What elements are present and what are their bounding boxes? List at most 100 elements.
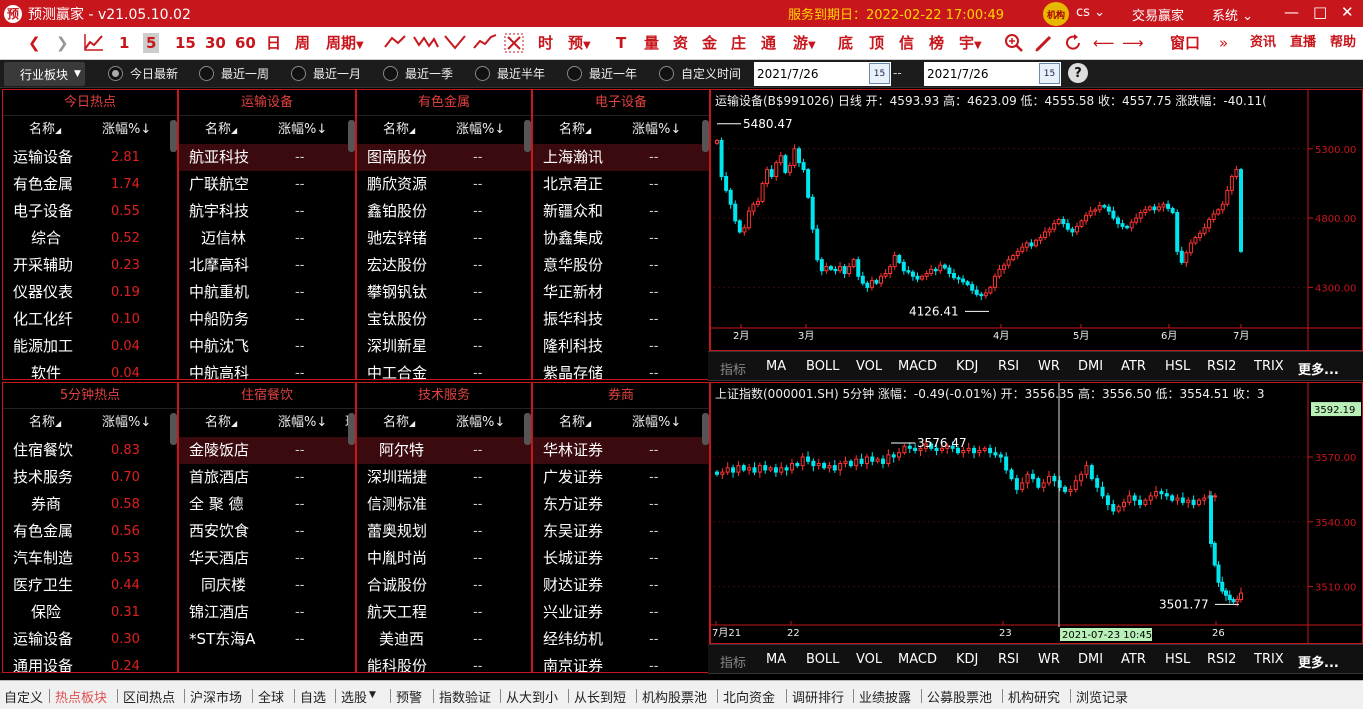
index-5min-chart[interactable]: 3570.00 3540.00 3510.00 7月21 22 23 26 3576.47 35… [710, 382, 1363, 644]
sort-by-change[interactable]: 涨幅%↓ [456, 116, 505, 144]
list-item[interactable]: 上海瀚讯 -- [533, 144, 709, 171]
list-item[interactable]: 图南股份 -- [357, 144, 531, 171]
indicator-tab[interactable]: KDJ [956, 652, 978, 667]
list-item[interactable]: 北摩高科 -- [179, 252, 355, 279]
menu-trade-winner[interactable]: 交易赢家 [1132, 5, 1184, 24]
list-item[interactable]: 电子设备 0.55 [3, 198, 177, 225]
calendar-icon[interactable]: 15 [869, 63, 890, 84]
list-item[interactable]: 振华科技 -- [533, 306, 709, 333]
bottom-nav-item[interactable]: 指数验证 [439, 687, 491, 706]
list-item[interactable]: 中航高科 -- [179, 360, 355, 379]
indicator-tab[interactable]: MA [766, 652, 786, 667]
list-item[interactable]: 北京君正 -- [533, 171, 709, 198]
func-gold[interactable]: 金 [702, 33, 717, 53]
draw-v-icon[interactable] [444, 33, 466, 56]
list-item[interactable]: 东吴证券 -- [533, 518, 709, 545]
period-15min[interactable]: 15 [175, 33, 196, 53]
sort-by-name[interactable]: 名称◢ [29, 116, 61, 145]
bottom-nav-item[interactable]: 从大到小 [506, 687, 558, 706]
list-item[interactable]: 住宿餐饮 0.83 [3, 437, 177, 464]
help-icon[interactable]: ? [1068, 63, 1088, 83]
list-item[interactable]: 中航沈飞 -- [179, 333, 355, 360]
period-day[interactable]: 日 [266, 33, 281, 53]
bottom-nav-item[interactable]: 选股 [341, 687, 367, 706]
sort-by-name[interactable]: 名称◢ [559, 116, 591, 145]
list-item[interactable]: 蕾奥规划 -- [357, 518, 531, 545]
bottom-nav-item[interactable]: 热点板块 [55, 687, 107, 706]
scrollbar-thumb[interactable] [524, 120, 531, 152]
list-item[interactable]: 广联航空 -- [179, 171, 355, 198]
maximize-icon[interactable]: □ [1313, 3, 1327, 21]
range-quarter[interactable]: 最近一季 [383, 65, 453, 82]
list-item[interactable]: 美迪西 -- [357, 626, 531, 653]
list-item[interactable]: 长城证券 -- [533, 545, 709, 572]
list-item[interactable]: 仪器仪表 0.19 [3, 279, 177, 306]
list-item[interactable]: 运输设备 2.81 [3, 144, 177, 171]
range-custom[interactable]: 自定义时间 [659, 65, 741, 82]
sort-by-change[interactable]: 涨幅%↓ [102, 409, 151, 437]
list-item[interactable]: 深圳瑞捷 -- [357, 464, 531, 491]
range-year[interactable]: 最近一年 [567, 65, 637, 82]
period-5min[interactable]: 5 [143, 33, 160, 53]
list-item[interactable]: 信测标准 -- [357, 491, 531, 518]
list-item[interactable]: 通用设备 0.24 [3, 653, 177, 672]
forward-icon[interactable]: ❯ [56, 33, 69, 53]
list-item[interactable]: 广发证券 -- [533, 464, 709, 491]
sort-by-change[interactable]: 涨幅%↓ [456, 409, 505, 437]
list-item[interactable]: 中船防务 -- [179, 306, 355, 333]
func-top[interactable]: 顶 [869, 33, 884, 53]
list-item[interactable]: 隆利科技 -- [533, 333, 709, 360]
scrollbar-thumb[interactable] [348, 413, 355, 445]
bottom-nav-item[interactable]: 机构研究 [1008, 687, 1060, 706]
period-1min[interactable]: 1 [119, 33, 129, 53]
list-item[interactable]: 迈信林 -- [179, 225, 355, 252]
period-menu[interactable]: 周期▼ [326, 33, 364, 56]
list-item[interactable]: 中工合金 -- [357, 360, 531, 379]
sort-by-change[interactable]: 涨幅%↓ [632, 409, 681, 437]
func-bottom[interactable]: 底 [838, 33, 853, 53]
bottom-nav-item[interactable]: 浏览记录 [1076, 687, 1128, 706]
indicator-tab[interactable]: 更多... [1298, 359, 1339, 378]
bottom-nav-item[interactable]: 区间热点 [123, 687, 175, 706]
bottom-nav-item[interactable]: 机构股票池 [642, 687, 707, 706]
list-item[interactable]: 财达证券 -- [533, 572, 709, 599]
back-icon[interactable]: ❮ [28, 33, 41, 53]
list-item[interactable]: 运输设备 0.30 [3, 626, 177, 653]
indicator-tab[interactable]: DMI [1078, 359, 1103, 374]
func-dealer[interactable]: 庄 [731, 33, 746, 53]
news-link[interactable]: 资讯 [1250, 33, 1276, 53]
indicator-tab[interactable]: RSI2 [1207, 359, 1236, 374]
line-chart-icon[interactable] [84, 33, 104, 56]
scrollbar-thumb[interactable] [702, 413, 709, 445]
window-menu[interactable]: 窗口 [1170, 33, 1200, 53]
indicator-tab[interactable]: MA [766, 359, 786, 374]
user-menu[interactable]: cs ⌄ [1076, 5, 1105, 20]
sort-by-name[interactable]: 名称◢ [559, 409, 591, 438]
indicator-tab[interactable]: WR [1038, 359, 1060, 374]
indicator-tab[interactable]: VOL [856, 359, 882, 374]
list-item[interactable]: 首旅酒店 -- [179, 464, 355, 491]
bottom-nav-item[interactable]: 从长到短 [574, 687, 626, 706]
scrollbar-thumb[interactable] [524, 413, 531, 445]
list-item[interactable]: 航亚科技 -- [179, 144, 355, 171]
list-item[interactable]: 软件 0.04 [3, 360, 177, 379]
list-item[interactable]: 新疆众和 -- [533, 198, 709, 225]
list-item[interactable]: 东方证券 -- [533, 491, 709, 518]
list-item[interactable]: 华正新材 -- [533, 279, 709, 306]
func-time[interactable]: 时 [538, 33, 553, 53]
arrow-right-icon[interactable]: ⟶ [1122, 33, 1144, 53]
sort-by-name[interactable]: 名称◢ [205, 409, 237, 438]
live-link[interactable]: 直播 [1290, 33, 1316, 53]
list-item[interactable]: 意华股份 -- [533, 252, 709, 279]
func-ranking[interactable]: 榜 [929, 33, 944, 53]
func-capital[interactable]: 资 [673, 33, 688, 53]
zoom-icon[interactable] [1004, 33, 1024, 58]
bottom-nav-item[interactable]: 调研排行 [792, 687, 844, 706]
bottom-nav-item[interactable]: 自定义 [4, 687, 43, 706]
list-item[interactable]: 鑫铂股份 -- [357, 198, 531, 225]
list-item[interactable]: 全 聚 德 -- [179, 491, 355, 518]
scrollbar-thumb[interactable] [348, 120, 355, 152]
calendar-icon[interactable]: 15 [1039, 63, 1060, 84]
indicator-tab[interactable]: VOL [856, 652, 882, 667]
indicator-tab[interactable]: HSL [1165, 359, 1190, 374]
